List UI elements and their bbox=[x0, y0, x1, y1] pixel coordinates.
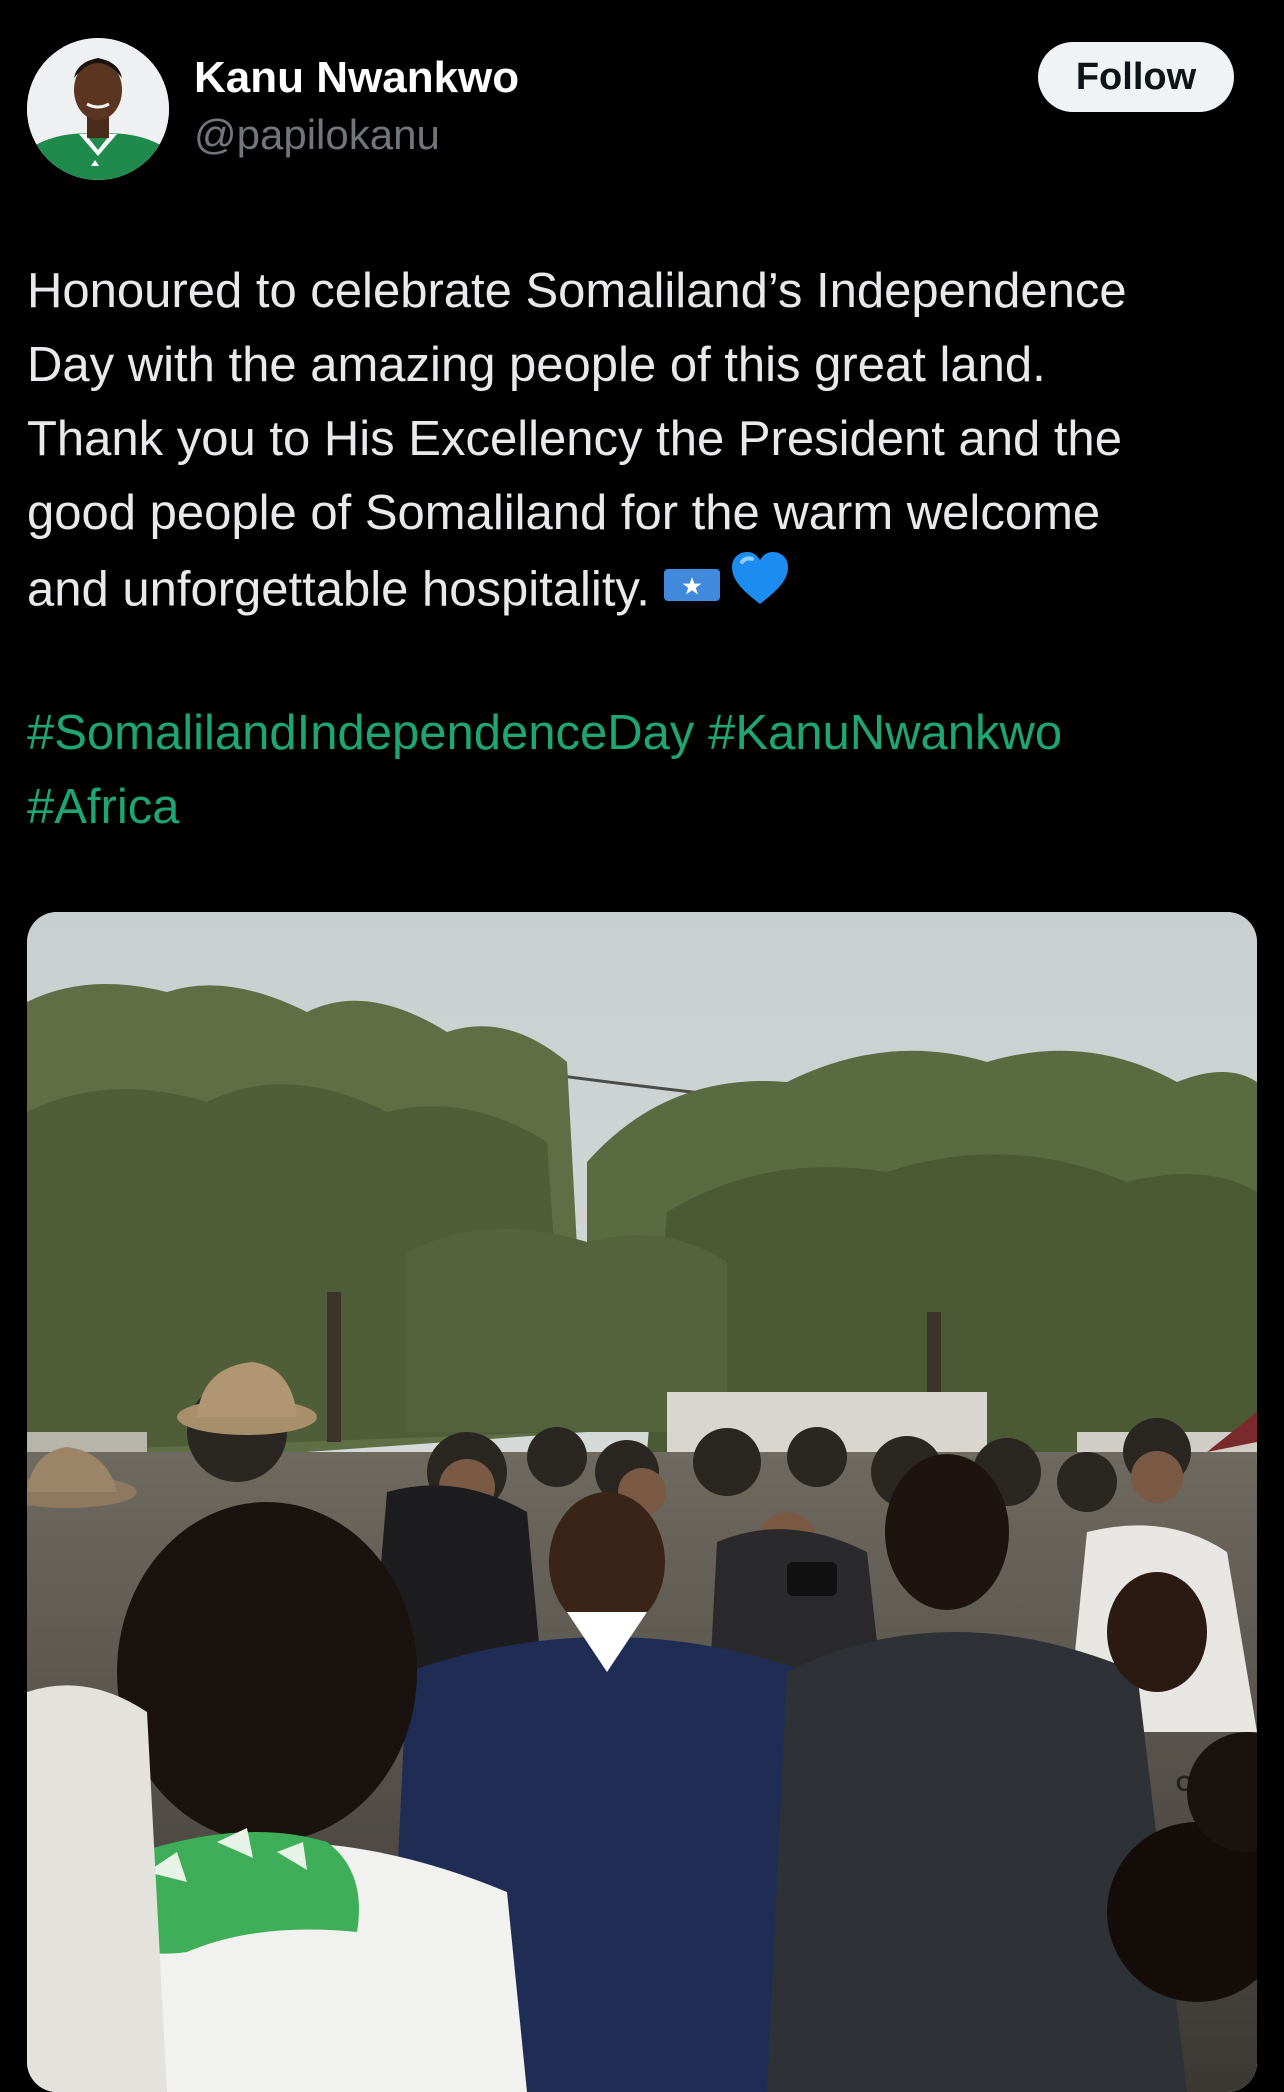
somalia-flag-icon bbox=[663, 552, 720, 626]
profile-photo-icon bbox=[27, 38, 169, 180]
blue-heart-icon bbox=[730, 550, 790, 627]
tweet-text-line: and unforgettable hospitality. bbox=[27, 562, 650, 617]
crowd-scene-image: ON THE bbox=[27, 912, 1257, 2092]
hashtags: #SomalilandIndependenceDay #KanuNwankwo … bbox=[27, 696, 1259, 844]
author-name[interactable]: Kanu Nwankwo bbox=[194, 52, 519, 104]
hashtag-link[interactable]: #Africa bbox=[27, 780, 180, 834]
tweet: Kanu Nwankwo @papilokanu Follow Honoured… bbox=[0, 0, 1284, 2092]
tweet-text-line: Honoured to celebrate Somaliland’s Indep… bbox=[27, 264, 1127, 318]
author-handle[interactable]: @papilokanu bbox=[194, 110, 440, 160]
tweet-text-line: good people of Somaliland for the warm w… bbox=[27, 486, 1101, 540]
tweet-text-line: Thank you to His Excellency the Presiden… bbox=[27, 412, 1122, 466]
author-avatar[interactable] bbox=[27, 38, 169, 180]
tweet-text-line: Day with the amazing people of this grea… bbox=[27, 338, 1046, 392]
tweet-text-line-last: and unforgettable hospitality. bbox=[27, 550, 1259, 635]
hashtag-link[interactable]: #SomalilandIndependenceDay bbox=[27, 706, 694, 760]
tweet-text: Honoured to celebrate Somaliland’s Indep… bbox=[27, 254, 1259, 635]
follow-button[interactable]: Follow bbox=[1038, 42, 1234, 112]
hashtag-link[interactable]: #KanuNwankwo bbox=[708, 706, 1062, 760]
tweet-video[interactable]: ON THE bbox=[27, 912, 1257, 2092]
